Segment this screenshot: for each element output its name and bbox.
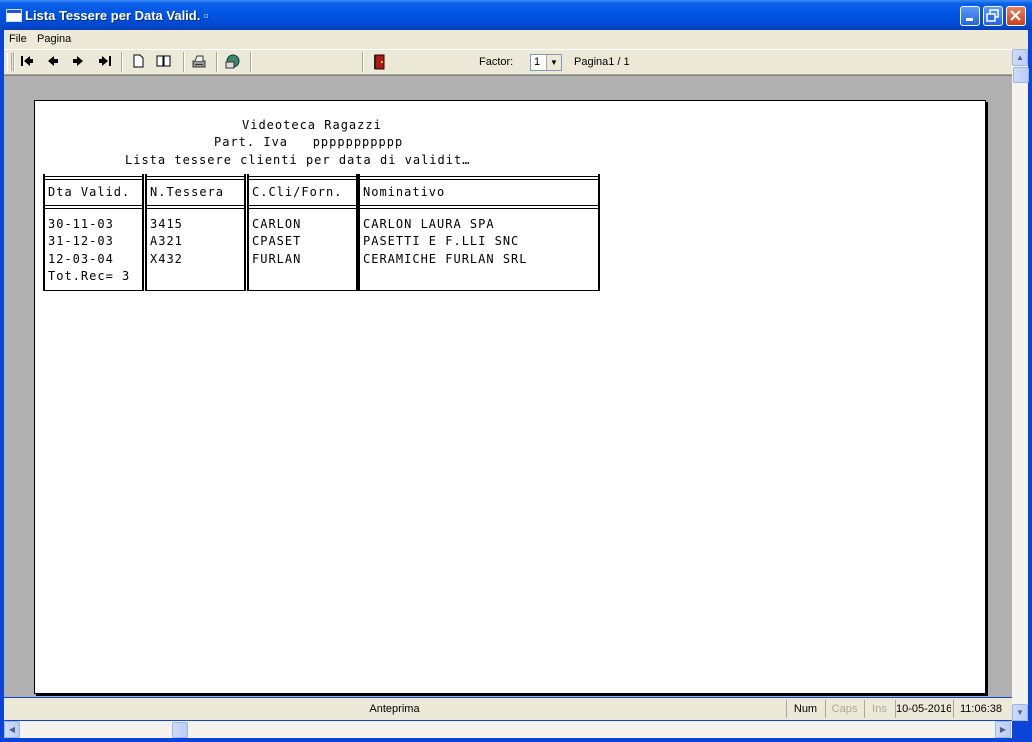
- report-heading: Lista tessere clienti per data di validi…: [125, 153, 471, 167]
- cell: CPASET: [252, 234, 302, 248]
- toolbar-separator: [121, 52, 123, 72]
- restore-button[interactable]: [983, 6, 1003, 26]
- toolbar-separator: [13, 52, 15, 72]
- cell: PASETTI E F.LLI SNC: [363, 234, 520, 248]
- window-title: Lista Tessere per Data Valid. ▫: [25, 8, 209, 23]
- preview-area[interactable]: Videoteca Ragazzi Part. Iva ppppppppppp …: [4, 75, 1012, 697]
- printer-icon[interactable]: [190, 54, 208, 70]
- status-time: 11:06:38: [953, 700, 1008, 718]
- report-body: Videoteca Ragazzi Part. Iva ppppppppppp …: [35, 101, 600, 291]
- single-page-icon[interactable]: [129, 54, 147, 70]
- rule: [147, 176, 244, 180]
- factor-select[interactable]: 1 ▼: [530, 54, 562, 71]
- close-icon: [1010, 10, 1021, 21]
- export-icon[interactable]: [223, 54, 241, 70]
- rule: [249, 205, 356, 209]
- previous-page-icon[interactable]: [44, 54, 62, 70]
- scroll-right-icon[interactable]: ▶: [995, 721, 1011, 738]
- two-pages-icon[interactable]: [155, 54, 173, 70]
- scroll-left-icon[interactable]: ◀: [4, 721, 20, 738]
- status-num: Num: [786, 700, 824, 718]
- column-dta-valid: Dta Valid. 30-11-03 31-12-03 12-03-04 To…: [43, 174, 144, 291]
- next-page-icon[interactable]: [69, 54, 87, 70]
- cell: A321: [150, 234, 183, 248]
- page-indicator: Pagina1 / 1: [574, 56, 630, 68]
- chevron-down-icon[interactable]: ▼: [546, 55, 561, 70]
- rule: [360, 205, 598, 209]
- status-caps: Caps: [825, 700, 863, 718]
- rule: [147, 205, 244, 209]
- status-main: Anteprima: [369, 703, 420, 715]
- toolbar-separator: [183, 52, 185, 72]
- column-c-cli-forn: C.Cli/Forn. CARLON CPASET FURLAN: [247, 174, 358, 291]
- minimize-button[interactable]: [960, 6, 980, 26]
- toolbar-separator: [216, 52, 218, 72]
- vertical-scrollbar[interactable]: ▲ ▼: [1012, 49, 1029, 721]
- menu-bar: File Pagina: [4, 30, 1028, 49]
- rule: [45, 176, 142, 180]
- horizontal-scrollbar[interactable]: ◀ ▶: [4, 721, 1012, 738]
- cell: CARLON LAURA SPA: [363, 217, 495, 231]
- factor-label: Factor:: [479, 56, 514, 68]
- factor-value: 1: [534, 56, 541, 68]
- window-icon[interactable]: [6, 9, 22, 22]
- toolbar-grip[interactable]: [7, 53, 12, 71]
- report-vat: Part. Iva ppppppppppp: [214, 135, 404, 149]
- column-nominativo: Nominativo CARLON LAURA SPA PASETTI E F.…: [358, 174, 600, 291]
- header-c-cli-forn: C.Cli/Forn.: [252, 185, 343, 199]
- toolbar-separator: [250, 52, 252, 72]
- rule: [360, 176, 598, 180]
- rule: [45, 205, 142, 209]
- rule: [45, 290, 142, 291]
- cell: X432: [150, 252, 183, 266]
- cell: CERAMICHE FURLAN SRL: [363, 252, 528, 266]
- vertical-scroll-thumb[interactable]: [1013, 67, 1029, 83]
- application-window: Lista Tessere per Data Valid. ▫ File Pag…: [0, 0, 1032, 742]
- cell: 3415: [150, 217, 183, 231]
- cell: 30-11-03: [48, 217, 114, 231]
- last-page-icon[interactable]: [96, 54, 114, 70]
- exit-door-icon[interactable]: [370, 54, 388, 70]
- scroll-up-icon[interactable]: ▲: [1012, 49, 1028, 66]
- report-company: Videoteca Ragazzi: [242, 118, 382, 132]
- cell: 12-03-04: [48, 252, 114, 266]
- menu-pagina[interactable]: Pagina: [37, 33, 71, 45]
- total-records: Tot.Rec= 3: [48, 269, 131, 283]
- restore-icon: [986, 9, 999, 22]
- close-button[interactable]: [1006, 6, 1026, 26]
- title-bar[interactable]: Lista Tessere per Data Valid. ▫: [0, 0, 1032, 30]
- rule: [360, 290, 598, 291]
- toolbar-separator: [362, 52, 364, 72]
- cell: 31-12-03: [48, 234, 114, 248]
- minimize-icon: [966, 18, 973, 21]
- rule: [249, 290, 356, 291]
- header-nominativo: Nominativo: [363, 185, 446, 199]
- header-n-tessera: N.Tessera: [150, 185, 225, 199]
- cell: CARLON: [252, 217, 302, 231]
- status-bar: Anteprima Num Caps Ins 10-05-2016 11:06:…: [4, 698, 1012, 720]
- horizontal-scroll-thumb[interactable]: [172, 722, 188, 738]
- menu-file[interactable]: File: [9, 33, 27, 45]
- first-page-icon[interactable]: [18, 54, 36, 70]
- cell: FURLAN: [252, 252, 302, 266]
- column-n-tessera: N.Tessera 3415 A321 X432: [145, 174, 246, 291]
- toolbar: Factor: 1 ▼ Pagina1 / 1: [4, 49, 1012, 75]
- status-ins: Ins: [864, 700, 894, 718]
- status-date: 10-05-2016: [895, 700, 951, 718]
- rule: [147, 290, 244, 291]
- header-dta-valid: Dta Valid.: [48, 185, 131, 199]
- report-page: Videoteca Ragazzi Part. Iva ppppppppppp …: [34, 100, 986, 694]
- rule: [249, 176, 356, 180]
- scroll-down-icon[interactable]: ▼: [1012, 704, 1028, 721]
